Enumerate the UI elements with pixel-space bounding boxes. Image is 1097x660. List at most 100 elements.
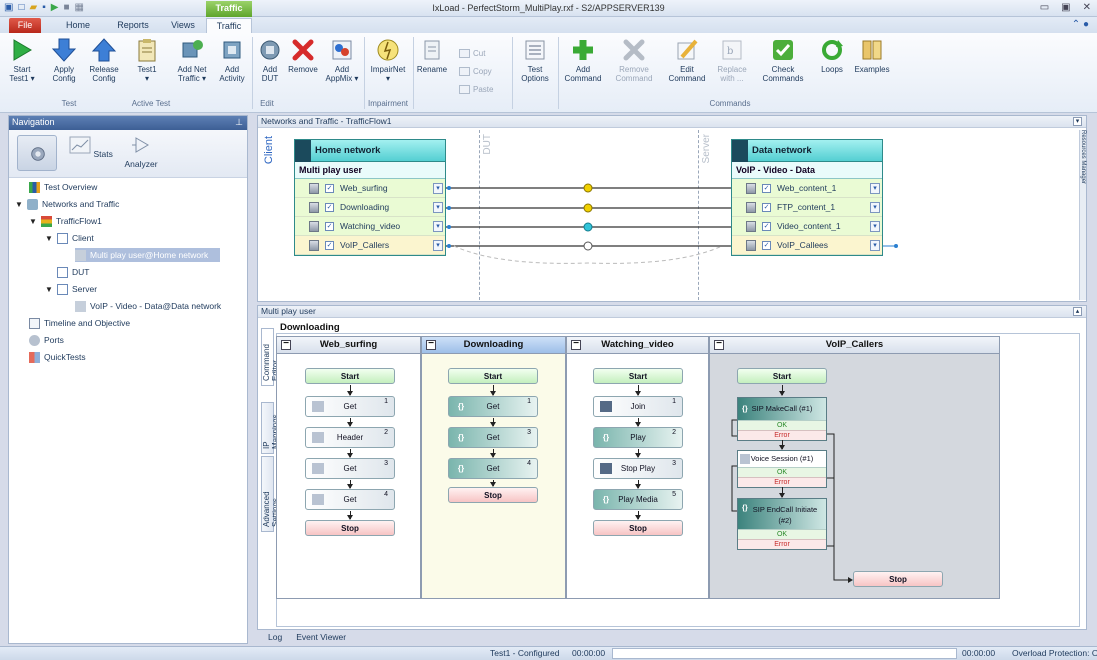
- tab-event-viewer[interactable]: Event Viewer: [296, 632, 346, 646]
- tree-item-test-overview[interactable]: Test Overview: [29, 180, 97, 194]
- connection-download[interactable]: [446, 203, 731, 213]
- collapse-column-icon[interactable]: −: [426, 339, 436, 350]
- group-label-active-test: Active Test: [131, 99, 171, 108]
- test1-dropdown-button[interactable]: Test1 ▾: [127, 37, 167, 83]
- expand-toggle-icon[interactable]: ▼: [29, 217, 37, 226]
- impairment-icon: [377, 39, 399, 61]
- elapsed-time: 00:00:00: [572, 648, 606, 658]
- gear-icon: [31, 147, 45, 161]
- collapse-icon[interactable]: ▴: [1073, 307, 1082, 316]
- remaining-time: 00:00:00: [962, 648, 996, 658]
- connection-video[interactable]: [446, 222, 731, 232]
- expand-toggle-icon[interactable]: ▼: [45, 234, 53, 243]
- test-options-button[interactable]: Test Options: [515, 37, 555, 83]
- command-step[interactable]: {} Get 4: [448, 458, 538, 479]
- flow-arrow: [347, 511, 353, 520]
- navigation-header: Navigation ⊥: [9, 116, 247, 130]
- tab-home[interactable]: Home: [62, 18, 94, 33]
- connection-voip[interactable]: [446, 241, 898, 264]
- column-web-surfing[interactable]: − Web_surfing Start Get 1 Header 2 Get 3 Get…: [276, 336, 421, 599]
- remove-button[interactable]: Remove: [283, 37, 323, 74]
- flow-arrow: [635, 418, 641, 427]
- close-icon[interactable]: ✕: [1083, 2, 1091, 13]
- tree-item-timeline[interactable]: Timeline and Objective: [29, 316, 130, 330]
- paste-button[interactable]: Paste: [459, 85, 493, 94]
- navigation-gear-button[interactable]: [17, 135, 57, 171]
- add-command-button[interactable]: Add Command: [561, 37, 605, 83]
- flow-arrow: [347, 418, 353, 427]
- tab-file[interactable]: File: [9, 18, 41, 33]
- tab-advanced-settings[interactable]: Advanced Settings: [261, 456, 280, 532]
- traffic-connections: [446, 183, 898, 264]
- analyzer-button[interactable]: Analyzer: [117, 136, 165, 169]
- command-step[interactable]: {} Get 1: [448, 396, 538, 417]
- tab-views[interactable]: Views: [168, 18, 198, 33]
- selected-activity-title: Downloading: [280, 322, 340, 333]
- replace-with-button[interactable]: b Replace with ...: [712, 37, 752, 83]
- apply-config-button[interactable]: Apply Config: [44, 37, 84, 83]
- tree-item-trafficflow1[interactable]: ▼ TrafficFlow1: [29, 214, 102, 228]
- add-net-traffic-button[interactable]: Add Net Traffic ▾: [172, 37, 212, 83]
- connection-web[interactable]: [446, 183, 731, 193]
- pin-icon[interactable]: ⊥: [235, 116, 243, 129]
- start-node[interactable]: Start: [448, 368, 538, 384]
- tree-item-networks-and-traffic[interactable]: ▼ Networks and Traffic: [15, 197, 119, 211]
- restore-icon[interactable]: ▣: [1061, 2, 1070, 13]
- edit-command-button[interactable]: Edit Command: [665, 37, 709, 83]
- tab-ip-mappings[interactable]: IP Mappings: [261, 402, 280, 454]
- start-test-button[interactable]: Start Test1 ▾: [2, 37, 42, 83]
- tab-reports[interactable]: Reports: [114, 18, 152, 33]
- expand-toggle-icon[interactable]: ▼: [15, 200, 23, 209]
- minimize-icon[interactable]: ▭: [1040, 2, 1049, 13]
- command-step[interactable]: {} Play 2: [593, 427, 683, 448]
- ribbon-separator: [512, 37, 513, 109]
- impairnet-button[interactable]: ImpairNet ▾: [366, 37, 410, 83]
- remove-command-button[interactable]: Remove Command: [612, 37, 656, 83]
- resources-manager-tab[interactable]: Resources Manager: [1079, 130, 1086, 300]
- tree-item-dut[interactable]: DUT: [57, 265, 89, 279]
- flow-arrow: [635, 511, 641, 520]
- command-icon: [312, 463, 324, 474]
- tree-item-server[interactable]: ▼ Server: [45, 282, 97, 296]
- stop-node[interactable]: Stop: [853, 571, 943, 587]
- column-watching-video[interactable]: − Watching_video Start Join 1 {} Play 2 Stop…: [566, 336, 709, 599]
- command-step[interactable]: Get 1: [305, 396, 395, 417]
- command-step[interactable]: Stop Play 3: [593, 458, 683, 479]
- add-activity-button[interactable]: Add Activity: [212, 37, 252, 83]
- tree-item-quicktests[interactable]: QuickTests: [29, 350, 86, 364]
- start-node[interactable]: Start: [305, 368, 395, 384]
- copy-button[interactable]: Copy: [459, 67, 492, 76]
- check-commands-button[interactable]: Check Commands: [761, 37, 805, 83]
- add-appmix-button[interactable]: Add AppMix ▾: [322, 37, 362, 83]
- stop-node[interactable]: Stop: [448, 487, 538, 503]
- command-step[interactable]: Get 4: [305, 489, 395, 510]
- column-voip-callers[interactable]: − VoIP_Callers Start {} SIP MakeCall (#1) …: [709, 336, 1000, 599]
- command-panel-header: Multi play user ▴: [258, 306, 1086, 318]
- tree-item-client-multi-play-user[interactable]: Multi play user@Home network: [75, 248, 221, 262]
- loops-button[interactable]: Loops: [815, 37, 849, 74]
- tab-log[interactable]: Log: [268, 632, 282, 646]
- tree-item-ports[interactable]: Ports: [29, 333, 64, 347]
- collapse-column-icon[interactable]: −: [571, 339, 581, 350]
- stats-button[interactable]: Stats: [67, 136, 115, 159]
- help-icon[interactable]: ⌃ ●: [1072, 19, 1089, 30]
- command-step[interactable]: Header 2: [305, 427, 395, 448]
- tree-item-client[interactable]: ▼ Client: [45, 231, 94, 245]
- tree-item-server-voip-video-data[interactable]: VoIP - Video - Data@Data network: [75, 299, 221, 313]
- tab-traffic[interactable]: Traffic: [206, 18, 252, 33]
- command-step[interactable]: Join 1: [593, 396, 683, 417]
- command-step[interactable]: {} Get 3: [448, 427, 538, 448]
- rename-button[interactable]: Rename: [414, 37, 450, 74]
- start-node[interactable]: Start: [593, 368, 683, 384]
- tab-command-editor[interactable]: Command Editor: [261, 328, 280, 386]
- cut-button[interactable]: Cut: [459, 49, 485, 58]
- stop-node[interactable]: Stop: [593, 520, 683, 536]
- column-downloading[interactable]: − Downloading Start {} Get 1 {} Get 3 {} Get 4 …: [421, 336, 566, 599]
- release-config-button[interactable]: Release Config: [84, 37, 124, 83]
- command-step[interactable]: Get 3: [305, 458, 395, 479]
- stop-node[interactable]: Stop: [305, 520, 395, 536]
- expand-toggle-icon[interactable]: ▼: [45, 285, 53, 294]
- examples-button[interactable]: Examples: [852, 37, 892, 74]
- collapse-column-icon[interactable]: −: [281, 339, 291, 350]
- command-step[interactable]: {} Play Media 5: [593, 489, 683, 510]
